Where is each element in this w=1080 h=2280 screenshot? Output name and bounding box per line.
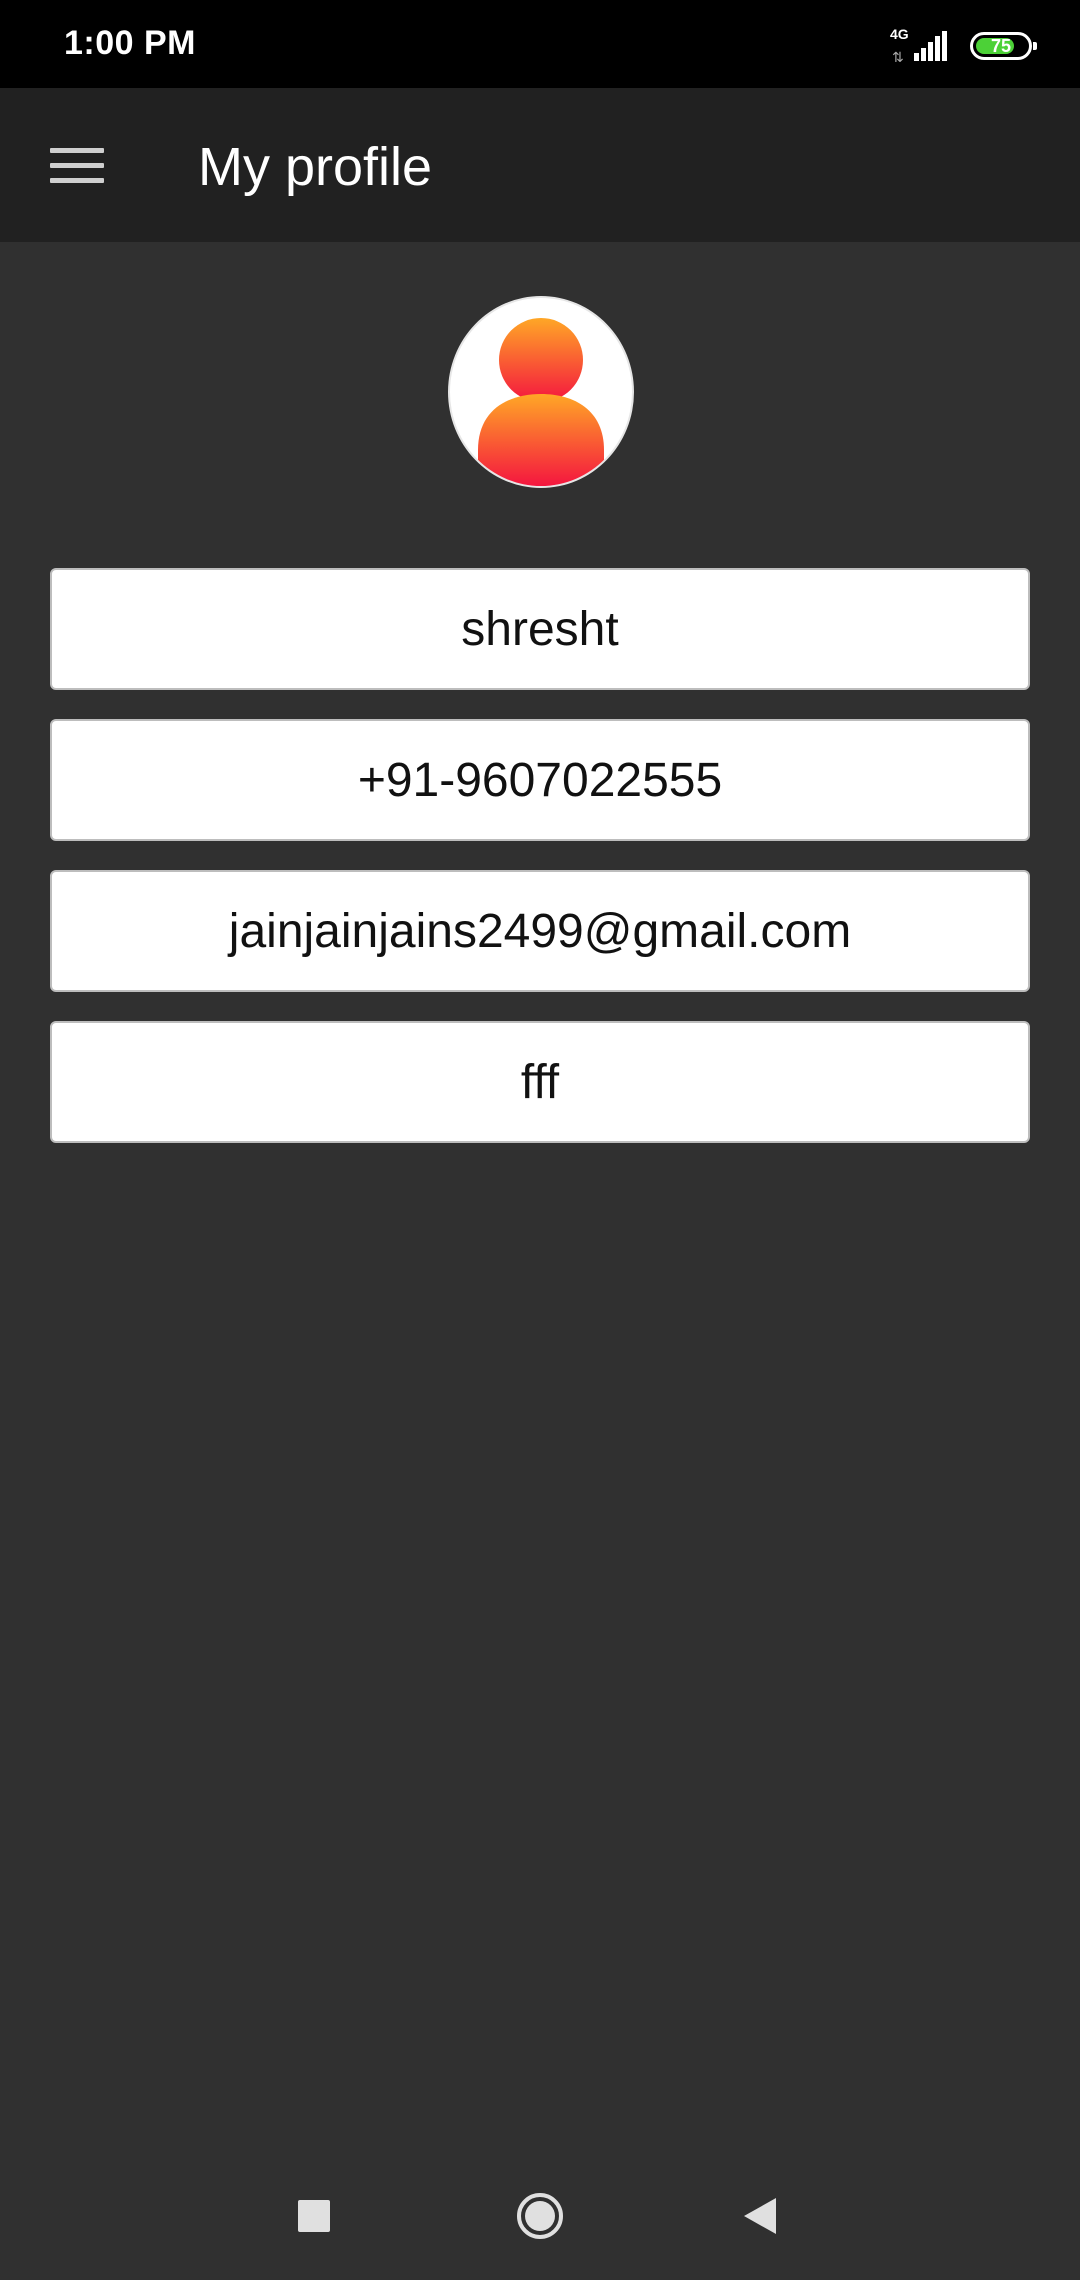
circle-home-icon[interactable] <box>516 2192 564 2240</box>
user-avatar-icon[interactable] <box>448 296 634 488</box>
square-recents-icon[interactable] <box>298 2200 330 2232</box>
network-type-indicator: 4G ⇅ <box>890 26 910 65</box>
data-activity-icon: ⇅ <box>892 49 904 65</box>
extra-field[interactable]: fff <box>50 1021 1030 1143</box>
email-field[interactable]: jainjainjains2499@gmail.com <box>50 870 1030 992</box>
status-icons: 4G ⇅ 75 <box>890 26 1037 65</box>
hamburger-menu-button[interactable] <box>30 130 124 200</box>
system-navigation-bar <box>0 2140 1080 2280</box>
battery-icon: 75 <box>970 32 1037 60</box>
signal-strength-icon <box>914 31 947 61</box>
page-title: My profile <box>198 137 433 197</box>
avatar-person-icon <box>478 318 604 486</box>
phone-field[interactable]: +91-9607022555 <box>50 719 1030 841</box>
network-type-label: 4G <box>890 26 909 42</box>
hamburger-menu-icon-line <box>50 162 104 168</box>
hamburger-menu-icon-line <box>50 147 104 153</box>
battery-level-text: 75 <box>990 35 1012 56</box>
app-bar: My profile <box>0 88 1080 242</box>
status-bar: 1:00 PM 4G ⇅ 75 <box>0 0 1080 88</box>
hamburger-menu-icon-line <box>50 177 104 183</box>
triangle-back-icon[interactable] <box>742 2196 778 2236</box>
status-time: 1:00 PM <box>64 24 196 62</box>
name-field[interactable]: shresht <box>50 568 1030 690</box>
